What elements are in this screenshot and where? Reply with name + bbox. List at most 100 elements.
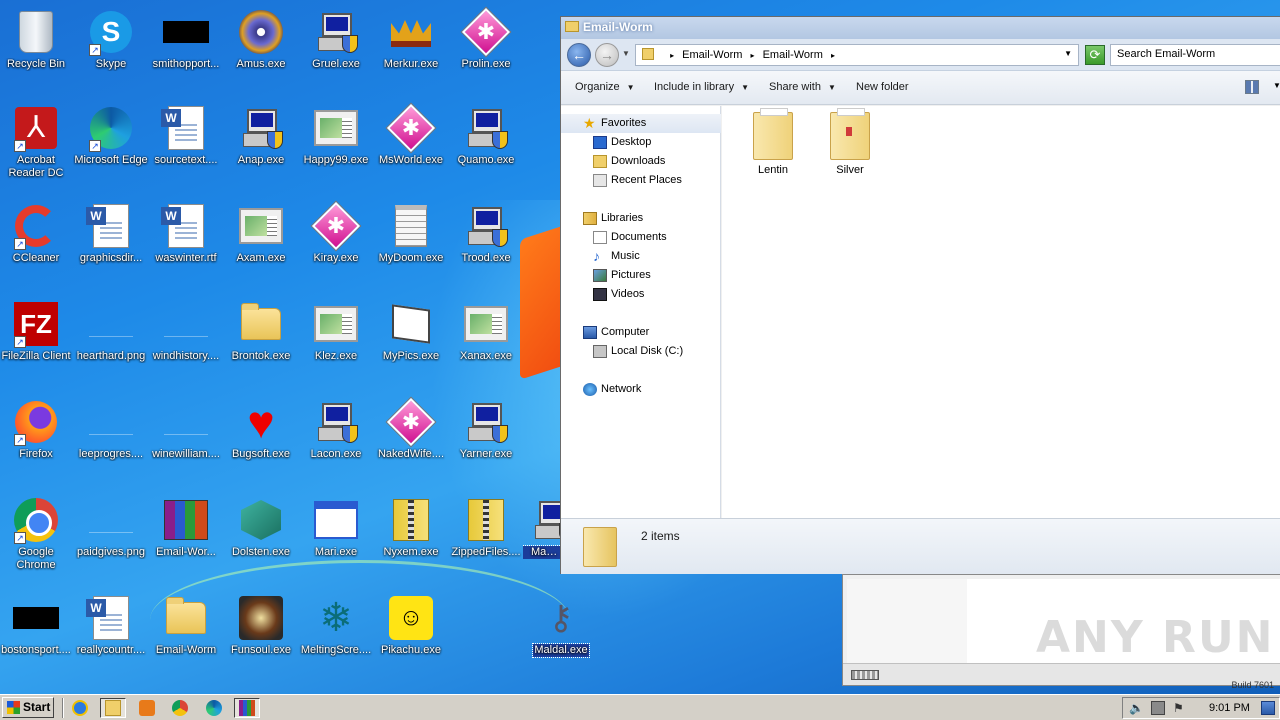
taskbar-winrar-button[interactable] <box>234 698 260 718</box>
desktop-icon-skype[interactable]: S ↗ Skype <box>73 8 149 71</box>
desktop-icon-email-worm-rar[interactable]: Email-Wor... <box>148 496 224 559</box>
forward-button[interactable]: → <box>595 43 619 67</box>
taskbar-chrome-button[interactable] <box>167 698 193 718</box>
desktop-icon-smithopport[interactable]: smithopport... <box>148 8 224 71</box>
nav-network[interactable]: Network <box>561 380 720 399</box>
desktop-icon-email-worm-folder[interactable]: Email-Worm <box>148 594 224 657</box>
nav-computer[interactable]: Computer <box>561 323 720 342</box>
nav-libraries[interactable]: Libraries <box>561 209 720 228</box>
desktop-icon-mydoom[interactable]: MyDoom.exe <box>373 202 449 265</box>
action-center-flag-icon[interactable]: ⚑ <box>1173 701 1187 715</box>
desktop-icon-bugsoft[interactable]: ♥ Bugsoft.exe <box>223 398 299 461</box>
nav-favorites[interactable]: ★ Favorites <box>561 114 721 133</box>
desktop-icon-meltingscreen[interactable]: ❄ MeltingScre.... <box>298 594 374 657</box>
chevron-right-icon[interactable]: ▸ <box>751 51 755 60</box>
include-in-library-button[interactable]: Include in library ▼ <box>654 81 749 93</box>
desktop-icon-dolsten[interactable]: Dolsten.exe <box>223 496 299 559</box>
desktop-icon-klez[interactable]: Klez.exe <box>298 300 374 363</box>
nav-downloads[interactable]: Downloads <box>561 152 720 171</box>
desktop-icon-happy99[interactable]: Happy99.exe <box>298 104 374 167</box>
desktop-icon-label: Funsoul.exe <box>231 644 291 656</box>
desktop-icon-nakedwife[interactable]: NakedWife.... <box>373 397 449 461</box>
desktop-icon-prolin[interactable]: Prolin.exe <box>448 7 524 71</box>
breadcrumb-segment[interactable]: Email-Worm <box>682 49 742 61</box>
desktop-icon-filezilla[interactable]: FZ ↗ FileZilla Client <box>0 300 74 363</box>
desktop-icon-xanax[interactable]: Xanax.exe <box>448 300 524 363</box>
nav-pictures[interactable]: Pictures <box>561 266 720 285</box>
desktop-icon-hearthard[interactable]: hearthard.png <box>73 300 149 363</box>
address-dropdown-icon[interactable]: ▼ <box>1064 49 1072 58</box>
desktop-icon-kiray[interactable]: Kiray.exe <box>298 201 374 265</box>
back-button[interactable]: ← <box>567 43 591 67</box>
computer-shield-icon <box>529 496 561 544</box>
window-title: Email-Worm <box>583 20 653 34</box>
new-folder-button[interactable]: New folder <box>856 81 909 93</box>
desktop-icon-acrobat[interactable]: ⅄ ↗ Acrobat Reader DC <box>0 104 74 180</box>
desktop-icon-anap[interactable]: Anap.exe <box>223 104 299 167</box>
desktop-icon-edge[interactable]: ↗ Microsoft Edge <box>73 104 149 167</box>
desktop-icon-paidgives[interactable]: paidgives.png <box>73 496 149 559</box>
desktop-icon-trood[interactable]: Trood.exe <box>448 202 524 265</box>
network-icon[interactable] <box>1151 701 1165 715</box>
change-view-icon[interactable] <box>1245 80 1259 94</box>
search-input[interactable]: Search Email-Worm <box>1110 44 1280 66</box>
desktop-icon-bostonsport[interactable]: bostonsport.... <box>0 594 74 657</box>
desktop-icon-quamo[interactable]: Quamo.exe <box>448 104 524 167</box>
desktop-icon-msworld[interactable]: MsWorld.exe <box>373 103 449 167</box>
taskbar-explorer-button[interactable] <box>100 698 126 718</box>
desktop-icon-zippedfiles[interactable]: ZippedFiles.... <box>448 496 524 559</box>
desktop-icon-windhistory[interactable]: windhistory.... <box>148 300 224 363</box>
chevron-right-icon[interactable]: ▸ <box>831 51 835 60</box>
desktop-icon-mari[interactable]: Mari.exe <box>298 496 374 559</box>
nav-local-disk[interactable]: Local Disk (C:) <box>561 342 720 361</box>
taskbar-media-player-button[interactable] <box>134 698 160 718</box>
show-desktop-button[interactable] <box>1261 701 1275 715</box>
file-item-silver[interactable]: Silver <box>819 108 881 176</box>
desktop-icon-axam[interactable]: Axam.exe <box>223 202 299 265</box>
desktop-icon-magis[interactable]: Magis <box>523 496 561 559</box>
start-button[interactable]: Start <box>2 697 54 718</box>
file-item-lentin[interactable]: Lentin <box>742 108 804 176</box>
desktop-icon-reallycountr[interactable]: W reallycountr.... <box>73 594 149 657</box>
desktop-icon-funsoul[interactable]: Funsoul.exe <box>223 594 299 657</box>
desktop-icon-pikachu[interactable]: ☺ Pikachu.exe <box>373 594 449 657</box>
window-titlebar[interactable]: Email-Worm <box>561 17 1280 39</box>
taskbar-ie-button[interactable] <box>67 698 93 718</box>
desktop-icon-maldal[interactable]: ⚷ Maldal.exe <box>523 594 599 660</box>
organize-button[interactable]: Organize ▼ <box>575 81 635 93</box>
clock[interactable]: 9:01 PM <box>1209 702 1250 714</box>
desktop-icon-recycle-bin[interactable]: Recycle Bin <box>0 8 74 71</box>
desktop-icon-chrome[interactable]: ↗ Google Chrome <box>0 496 74 572</box>
nav-documents[interactable]: Documents <box>561 228 720 247</box>
breadcrumb-segment[interactable]: Email-Worm <box>763 49 823 61</box>
desktop-icon-yarner[interactable]: Yarner.exe <box>448 398 524 461</box>
history-dropdown-icon[interactable]: ▼ <box>622 49 630 58</box>
desktop-icon-leeprogres[interactable]: leeprogres.... <box>73 398 149 461</box>
nav-recent-places[interactable]: Recent Places <box>561 171 720 190</box>
desktop-icon-lacon[interactable]: Lacon.exe <box>298 398 374 461</box>
desktop-icon-nyxem[interactable]: Nyxem.exe <box>373 496 449 559</box>
desktop-icon-sourcetext[interactable]: W sourcetext.... <box>148 104 224 167</box>
desktop-icon-waswinter[interactable]: W waswinter.rtf <box>148 202 224 265</box>
refresh-button[interactable]: ⟳ <box>1085 45 1105 65</box>
desktop-icon-brontok[interactable]: Brontok.exe <box>223 300 299 363</box>
desktop-icon-firefox[interactable]: ↗ Firefox <box>0 398 74 461</box>
desktop-icon-amus[interactable]: Amus.exe <box>223 8 299 71</box>
desktop-icon-graphicsdir[interactable]: W graphicsdir... <box>73 202 149 265</box>
address-bar[interactable]: ▸ Email-Worm ▸ Email-Worm ▸ ▼ <box>635 44 1079 66</box>
chevron-right-icon[interactable]: ▸ <box>670 51 674 60</box>
explorer-window[interactable]: Email-Worm ← → ▼ ▸ Email-Worm ▸ Email-Wo… <box>560 16 1280 574</box>
nav-music[interactable]: ♪ Music <box>561 247 720 266</box>
nav-desktop[interactable]: Desktop <box>561 133 720 152</box>
share-with-button[interactable]: Share with ▼ <box>769 81 836 93</box>
desktop-icon-mypics[interactable]: MyPics.exe <box>373 300 449 363</box>
desktop-icon-gruel[interactable]: Gruel.exe <box>298 8 374 71</box>
desktop-icon-merkur[interactable]: Merkur.exe <box>373 8 449 71</box>
desktop-icon-ccleaner[interactable]: ↗ CCleaner <box>0 202 74 265</box>
desktop-icon-label: windhistory.... <box>152 350 220 362</box>
view-dropdown-icon[interactable]: ▼ <box>1273 81 1280 90</box>
volume-icon[interactable]: 🔈 <box>1129 701 1144 715</box>
taskbar-edge-button[interactable] <box>201 698 227 718</box>
desktop-icon-winewilliam[interactable]: winewilliam.... <box>148 398 224 461</box>
nav-videos[interactable]: Videos <box>561 285 720 304</box>
